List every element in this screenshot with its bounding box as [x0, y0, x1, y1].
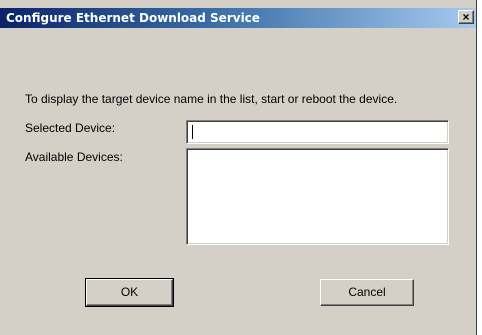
close-button[interactable]: × — [458, 10, 474, 24]
configure-ethernet-dialog: Configure Ethernet Download Service × To… — [0, 0, 477, 335]
selected-device-label: Selected Device: — [25, 121, 116, 135]
close-icon: × — [462, 10, 470, 24]
cancel-button[interactable]: Cancel — [320, 279, 414, 306]
ok-button[interactable]: OK — [85, 278, 174, 307]
available-devices-label: Available Devices: — [25, 150, 123, 164]
instruction-text: To display the target device name in the… — [25, 92, 398, 106]
title-bar[interactable]: Configure Ethernet Download Service × — [0, 8, 476, 28]
selected-device-input[interactable] — [186, 120, 449, 144]
text-caret — [192, 125, 193, 139]
dialog-title: Configure Ethernet Download Service — [6, 11, 260, 25]
available-devices-list[interactable] — [186, 148, 449, 245]
